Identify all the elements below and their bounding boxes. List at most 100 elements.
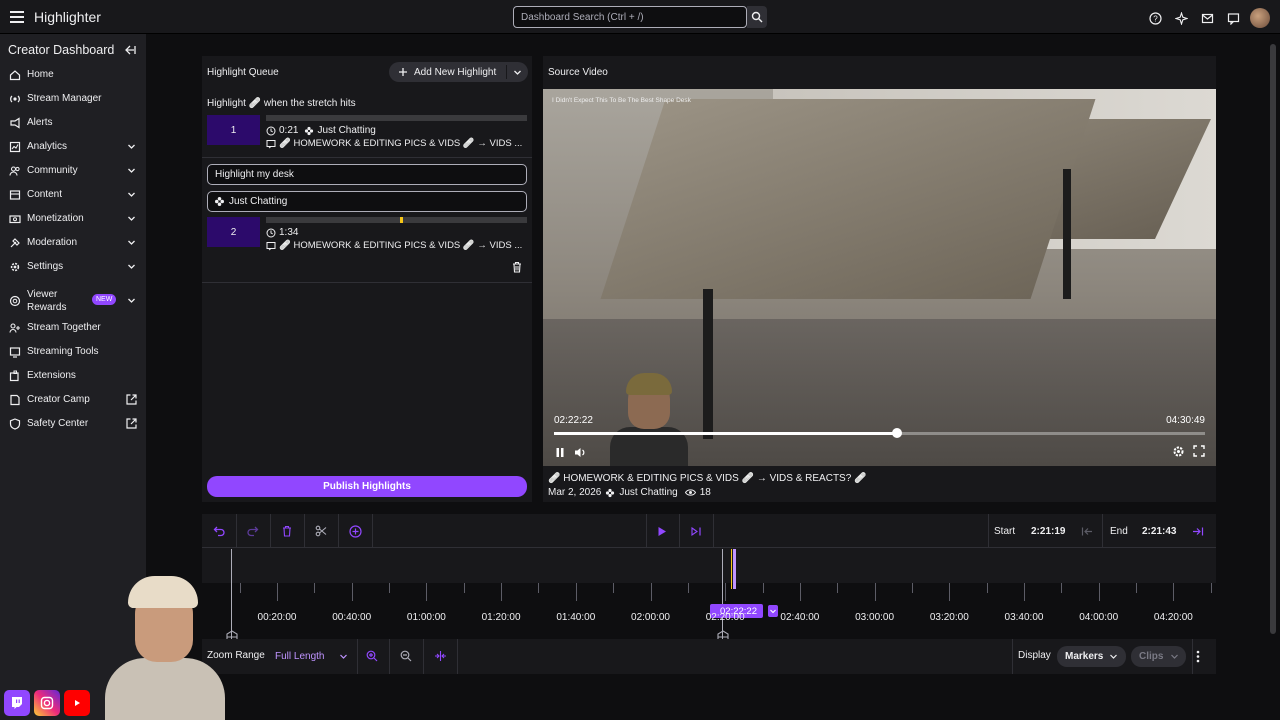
sidebar-item-stream-manager[interactable]: Stream Manager	[0, 88, 146, 110]
sidebar-item-label: Settings	[27, 261, 64, 272]
volume-icon[interactable]	[573, 445, 587, 459]
set-start-icon[interactable]	[1078, 522, 1096, 540]
timeline-minor-tick	[501, 583, 503, 601]
app-title: Highlighter	[34, 9, 101, 25]
page-scrollbar[interactable]	[1270, 44, 1276, 634]
sidebar-item-label: Moderation	[27, 237, 78, 248]
zoom-out-icon[interactable]	[397, 647, 415, 665]
add-clip-icon[interactable]	[346, 522, 364, 540]
help-icon[interactable]: ?	[1146, 9, 1164, 27]
sidebar-item-label: Safety Center	[27, 418, 89, 429]
timeline-minor-tick	[687, 583, 689, 593]
sidebar-item-extensions[interactable]: Extensions	[0, 365, 146, 387]
collapse-icon[interactable]	[124, 44, 136, 59]
category-icon	[606, 488, 615, 497]
trash-icon[interactable]	[278, 522, 296, 540]
stream-date: Mar 2, 2026	[548, 487, 602, 498]
sidebar-item-creator-camp[interactable]: Creator Camp	[0, 389, 146, 411]
fullscreen-icon[interactable]	[1192, 444, 1206, 458]
clips-label: Clips	[1139, 651, 1164, 662]
undo-icon[interactable]	[210, 522, 228, 540]
add-new-highlight-button[interactable]: Add New Highlight	[389, 62, 528, 82]
clips-toggle[interactable]: Clips	[1131, 646, 1186, 667]
pause-icon[interactable]	[553, 445, 567, 459]
highlight-position-bar	[266, 115, 527, 121]
gear-icon[interactable]	[1171, 444, 1185, 458]
timeline-minor-tick	[613, 583, 615, 593]
highlight-title: Highlight 🩹 when the stretch hits	[207, 98, 356, 109]
sidebar-item-label: Analytics	[27, 141, 68, 152]
chevron-down-icon[interactable]	[513, 68, 522, 77]
sidebar-item-home[interactable]: Home	[0, 64, 146, 86]
category-field[interactable]	[207, 191, 527, 212]
set-end-icon[interactable]	[1189, 522, 1207, 540]
timeline-tick-label: 04:00:00	[1079, 612, 1119, 623]
sidebar-item-stream-together[interactable]: Stream Together	[0, 317, 146, 339]
inbox-icon[interactable]	[1198, 9, 1216, 27]
sidebar-item-content[interactable]: Content	[0, 184, 146, 206]
start-value[interactable]: 2:21:19	[1031, 526, 1065, 537]
redo-icon[interactable]	[244, 522, 262, 540]
chevron-down-icon	[128, 192, 135, 197]
end-value[interactable]: 2:21:43	[1142, 526, 1176, 537]
highlight-title-input[interactable]	[208, 165, 526, 184]
zoom-range-select[interactable]: Full Length	[273, 646, 351, 666]
social-icons	[4, 690, 90, 716]
highlight-number: 2	[207, 217, 260, 247]
stream-title-icon	[266, 241, 276, 250]
search-button[interactable]	[747, 6, 767, 28]
video-player[interactable]: I Didn't Expect This To Be The Best Shap…	[543, 89, 1216, 466]
avatar[interactable]	[1250, 8, 1270, 28]
shield-icon	[8, 417, 22, 431]
play-selection-icon[interactable]	[687, 522, 705, 540]
chevron-down-icon	[128, 144, 135, 149]
more-options-icon[interactable]	[1196, 650, 1200, 663]
gear-icon	[8, 260, 22, 274]
sidebar-item-alerts[interactable]: Alerts	[0, 112, 146, 134]
dashboard-search[interactable]	[513, 6, 747, 28]
highlight-category: Just Chatting	[317, 125, 376, 136]
streamer-video	[610, 373, 688, 466]
extensions-icon	[8, 369, 22, 383]
chevron-down-icon	[128, 264, 135, 269]
category-icon	[214, 196, 225, 207]
youtube-icon	[64, 690, 90, 716]
timeline-minor-tick	[1024, 583, 1025, 601]
sidebar-item-analytics[interactable]: Analytics	[0, 136, 146, 158]
playhead-dropdown[interactable]	[768, 605, 778, 617]
trash-icon[interactable]	[511, 261, 523, 273]
highlight-row[interactable]: 2 1:34 🩹 HOMEWORK & EDITING PICS & VIDS …	[207, 217, 527, 253]
sidebar-item-settings[interactable]: Settings	[0, 256, 146, 278]
sidebar-item-streaming-tools[interactable]: Streaming Tools	[0, 341, 146, 363]
highlight-row[interactable]: 1 0:21 Just Chatting 🩹 HOMEWORK & EDITIN…	[207, 115, 527, 151]
category-input[interactable]	[225, 192, 526, 211]
menu-icon[interactable]	[8, 8, 26, 26]
highlight-title-field[interactable]	[207, 164, 527, 185]
timeline-minor-tick	[277, 583, 278, 601]
stream-category: Just Chatting	[619, 487, 678, 498]
play-icon[interactable]	[653, 522, 671, 540]
sparkle-icon[interactable]	[1172, 9, 1190, 27]
timeline-minor-tick	[538, 583, 540, 593]
chevron-down-icon	[1110, 654, 1117, 659]
fit-selection-icon[interactable]	[431, 647, 449, 665]
markers-toggle[interactable]: Markers	[1057, 646, 1126, 667]
sidebar-item-safety-center[interactable]: Safety Center	[0, 413, 146, 435]
publish-highlights-button[interactable]: Publish Highlights	[207, 476, 527, 497]
timeline-track[interactable]: 02:22:22 00:20:00 00:40:00 01:00:00 01:20:0…	[202, 549, 1216, 639]
search-input[interactable]	[514, 7, 746, 27]
sidebar-item-moderation[interactable]: Moderation	[0, 232, 146, 254]
zoom-in-icon[interactable]	[363, 647, 381, 665]
sidebar-item-label: Stream Manager	[27, 93, 102, 104]
add-button-label: Add New Highlight	[414, 66, 497, 78]
sidebar-item-community[interactable]: Community	[0, 160, 146, 182]
timeline-minor-tick	[1098, 583, 1100, 601]
timeline-editor: Start 2:21:19 End 2:21:43 02:22:22 00:20…	[202, 514, 1216, 674]
sidebar-item-monetization[interactable]: Monetization	[0, 208, 146, 230]
video-seek-bar[interactable]	[554, 428, 1205, 438]
highlight-queue-panel: Highlight Queue Add New Highlight Highli…	[202, 56, 532, 502]
seek-handle[interactable]	[892, 428, 903, 438]
scissors-icon[interactable]	[312, 522, 330, 540]
sidebar-item-viewer-rewards[interactable]: Viewer Rewards NEW	[0, 286, 146, 316]
whispers-icon[interactable]	[1224, 9, 1242, 27]
